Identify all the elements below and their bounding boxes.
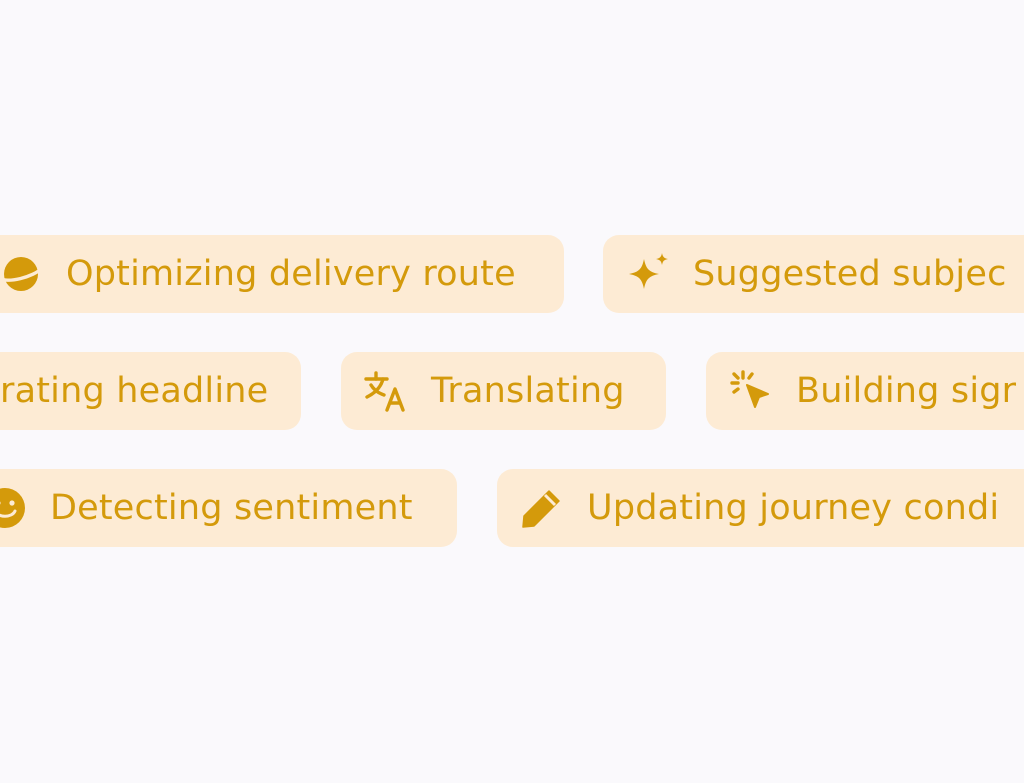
chip-label: Updating journey condi [587,487,1000,528]
chip-translating: Translating [341,352,666,430]
planet-icon [0,251,44,297]
chip-updating-journey-condition: Updating journey condi [497,469,1024,547]
smiley-icon [0,485,28,531]
pencil-icon [519,485,565,531]
translate-icon [363,368,409,414]
chip-suggested-subject: Suggested subjec [603,235,1024,313]
cursor-click-icon [728,368,774,414]
chip-building-signal: Building sigr [706,352,1024,430]
chip-label: Building sigr [796,370,1017,411]
chip-label: Detecting sentiment [50,487,413,528]
chip-optimizing-delivery-route: Optimizing delivery route [0,235,564,313]
chip-label: rating headline [0,370,269,411]
chip-label: Suggested subjec [693,253,1007,294]
chip-row-1: Optimizing delivery route Suggested subj… [0,235,1024,313]
chip-label: Translating [431,370,625,411]
chip-row-2: rating headline Translating Building sig… [0,352,1024,430]
chip-generating-headline: rating headline [0,352,301,430]
status-chips-canvas: Optimizing delivery route Suggested subj… [0,0,1024,783]
chip-detecting-sentiment: Detecting sentiment [0,469,457,547]
chip-row-3: Detecting sentiment Updating journey con… [0,469,1024,547]
chip-label: Optimizing delivery route [66,253,516,294]
sparkles-icon [625,251,671,297]
